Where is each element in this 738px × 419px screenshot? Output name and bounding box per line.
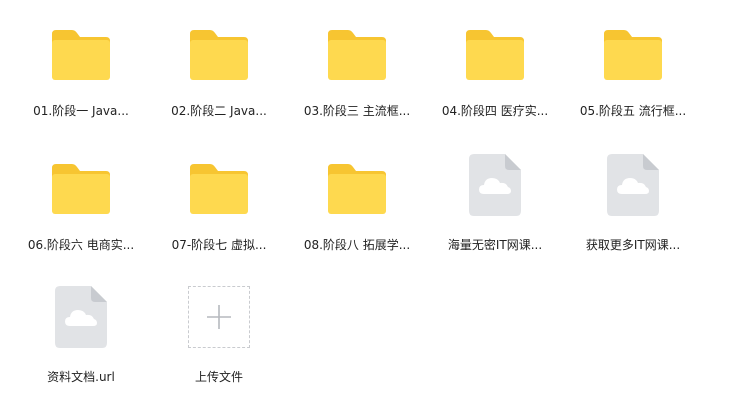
folder-name: 03.阶段三 主流框... bbox=[303, 104, 411, 118]
upload-icon-area bbox=[179, 286, 259, 348]
folder-icon bbox=[317, 154, 397, 216]
folder-item[interactable]: 03.阶段三 主流框... bbox=[288, 20, 426, 140]
folder-item[interactable]: 05.阶段五 流行框... bbox=[564, 20, 702, 140]
file-name: 海量无密IT网课... bbox=[447, 238, 543, 252]
folder-item[interactable]: 06.阶段六 电商实... bbox=[12, 154, 150, 274]
plus-icon bbox=[207, 305, 231, 329]
folder-name: 02.阶段二 Java... bbox=[171, 104, 267, 118]
cloud-file-icon bbox=[455, 154, 535, 216]
folder-icon bbox=[179, 20, 259, 82]
file-grid: 01.阶段一 Java... 02.阶段二 Java... 03.阶段三 主流框… bbox=[0, 0, 738, 419]
file-name: 资料文档.url bbox=[47, 370, 115, 384]
folder-icon bbox=[593, 20, 673, 82]
folder-name: 08.阶段八 拓展学... bbox=[303, 238, 411, 252]
folder-icon bbox=[41, 154, 121, 216]
folder-name: 05.阶段五 流行框... bbox=[579, 104, 687, 118]
folder-icon bbox=[455, 20, 535, 82]
folder-item[interactable]: 01.阶段一 Java... bbox=[12, 20, 150, 140]
folder-name: 06.阶段六 电商实... bbox=[27, 238, 135, 252]
upload-label: 上传文件 bbox=[194, 370, 243, 384]
folder-name: 07-阶段七 虚拟... bbox=[171, 238, 267, 252]
file-item[interactable]: 资料文档.url bbox=[12, 286, 150, 406]
file-item[interactable]: 海量无密IT网课... bbox=[426, 154, 564, 274]
folder-icon bbox=[41, 20, 121, 82]
folder-item[interactable]: 08.阶段八 拓展学... bbox=[288, 154, 426, 274]
upload-box[interactable] bbox=[188, 286, 250, 348]
folder-name: 04.阶段四 医疗实... bbox=[441, 104, 549, 118]
folder-icon bbox=[179, 154, 259, 216]
folder-icon bbox=[317, 20, 397, 82]
folder-name: 01.阶段一 Java... bbox=[33, 104, 129, 118]
folder-item[interactable]: 07-阶段七 虚拟... bbox=[150, 154, 288, 274]
cloud-file-icon bbox=[593, 154, 673, 216]
cloud-file-icon bbox=[41, 286, 121, 348]
file-name: 获取更多IT网课... bbox=[585, 238, 681, 252]
folder-item[interactable]: 04.阶段四 医疗实... bbox=[426, 20, 564, 140]
folder-item[interactable]: 02.阶段二 Java... bbox=[150, 20, 288, 140]
upload-file-button[interactable]: 上传文件 bbox=[150, 286, 288, 406]
file-item[interactable]: 获取更多IT网课... bbox=[564, 154, 702, 274]
